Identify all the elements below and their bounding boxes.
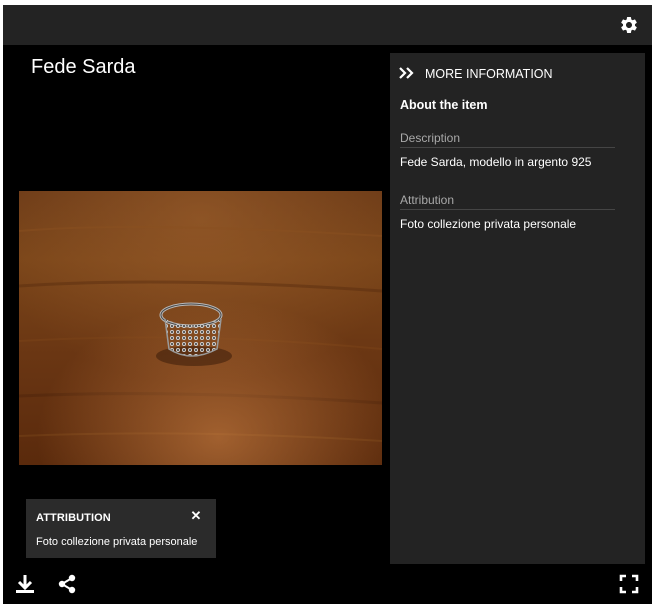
close-icon[interactable]: ✕ bbox=[189, 509, 203, 523]
more-information-panel: MORE INFORMATION About the item Descript… bbox=[390, 53, 645, 564]
item-photo[interactable] bbox=[19, 191, 382, 465]
download-icon[interactable] bbox=[14, 573, 36, 595]
item-title: Fede Sarda bbox=[31, 56, 136, 78]
gear-icon[interactable] bbox=[619, 15, 639, 35]
fullscreen-icon[interactable] bbox=[619, 574, 639, 594]
attribution-heading: ATTRIBUTION bbox=[36, 512, 111, 524]
attribution-label: Attribution bbox=[400, 193, 455, 207]
description-value: Fede Sarda, modello in argento 925 bbox=[400, 155, 592, 169]
double-chevron-right-icon bbox=[399, 67, 414, 79]
description-label: Description bbox=[400, 131, 461, 145]
attribution-text: Foto collezione privata personale bbox=[36, 536, 198, 548]
top-toolbar bbox=[3, 5, 652, 45]
more-information-label: MORE INFORMATION bbox=[425, 67, 553, 81]
attribution-divider bbox=[400, 209, 615, 210]
attribution-popup: ATTRIBUTION ✕ Foto collezione privata pe… bbox=[26, 499, 216, 558]
attribution-value: Foto collezione privata personale bbox=[400, 217, 577, 231]
more-information-toggle[interactable]: MORE INFORMATION bbox=[399, 65, 553, 85]
share-icon[interactable] bbox=[57, 574, 77, 594]
about-heading: About the item bbox=[400, 98, 488, 112]
description-divider bbox=[400, 147, 615, 148]
image-viewer: Fede Sarda ATTRIBUTION ✕ Foto collezione… bbox=[3, 5, 652, 604]
